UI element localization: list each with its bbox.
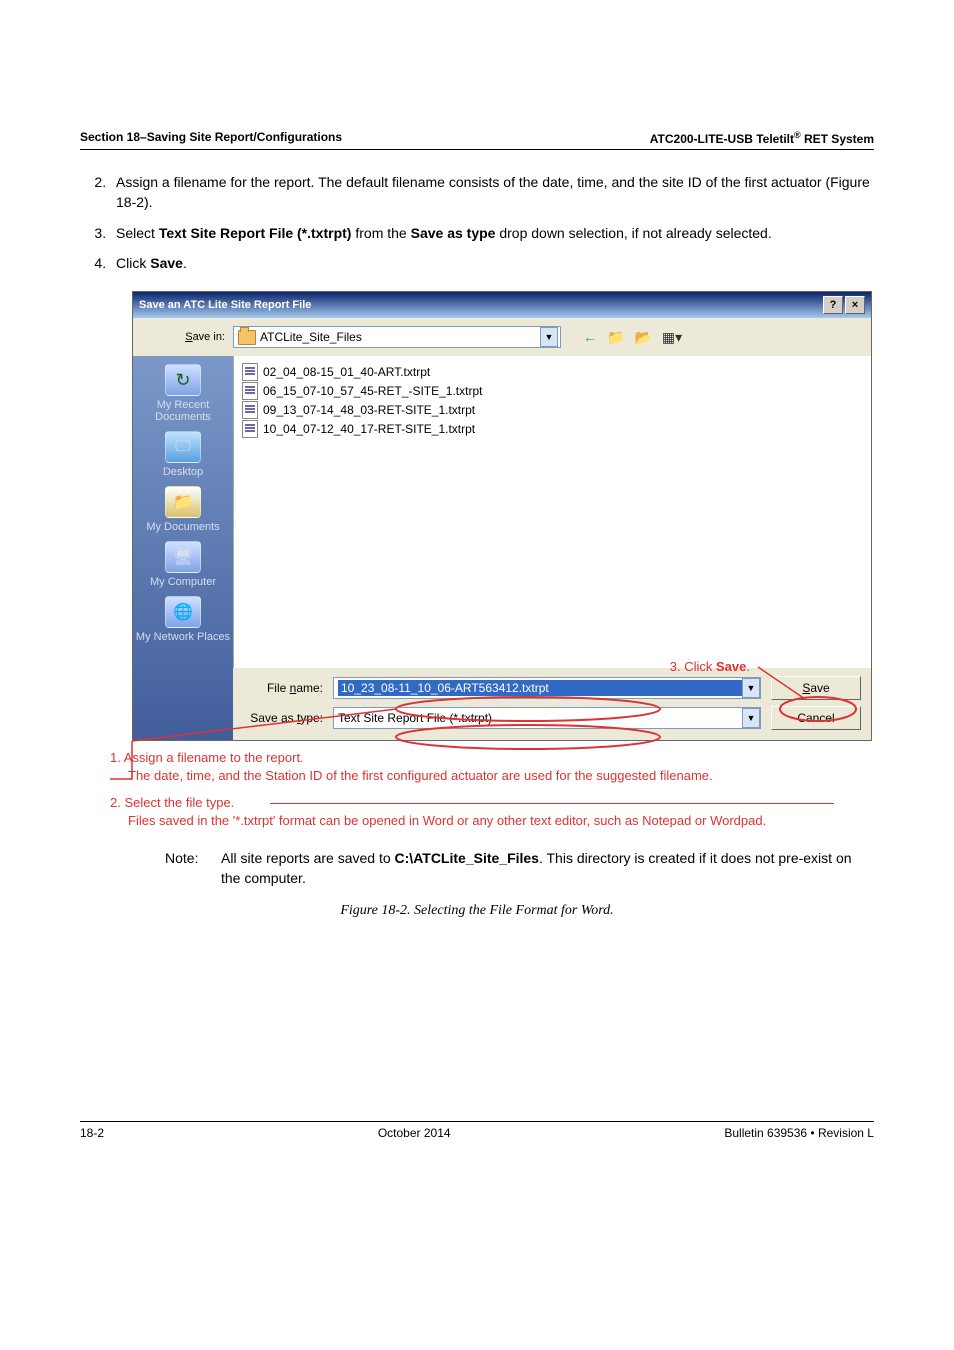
file-icon — [242, 420, 258, 438]
step-2: Assign a filename for the report. The de… — [110, 172, 874, 213]
file-icon — [242, 401, 258, 419]
back-icon[interactable]: ← — [583, 329, 597, 345]
save-in-value: ATCLite_Site_Files — [260, 330, 536, 344]
step-list: Assign a filename for the report. The de… — [90, 172, 874, 273]
callouts-block: 1. Assign a filename to the report. The … — [110, 749, 874, 830]
view-menu-icon[interactable]: ▦▾ — [662, 329, 682, 346]
note-block: Note: All site reports are saved to C:\A… — [165, 848, 874, 889]
help-button[interactable]: ? — [823, 296, 843, 314]
callout-2-leader — [270, 803, 834, 804]
up-one-level-icon[interactable]: 📁 — [607, 329, 624, 346]
folder-icon — [238, 330, 256, 345]
dialog-toolbar: Save in: ATCLite_Site_Files ▼ ← 📁 📂 ▦▾ — [133, 318, 871, 356]
desktop-icon — [165, 431, 201, 463]
callout-3: 3. Click Save. — [670, 659, 750, 674]
file-name-label: File name: — [243, 681, 323, 695]
places-bar: My Recent Documents Desktop My Documents… — [133, 356, 233, 740]
dialog-titlebar[interactable]: Save an ATC Lite Site Report File ? × — [133, 292, 871, 318]
file-icon — [242, 363, 258, 381]
save-in-label: Save in: — [143, 331, 225, 343]
footer-left: 18-2 — [80, 1126, 104, 1140]
my-documents-icon — [165, 486, 201, 518]
file-icon — [242, 382, 258, 400]
callout-2: 2. Select the file type. Files saved in … — [110, 794, 874, 830]
cancel-button[interactable]: Cancel — [771, 706, 861, 730]
dialog-title: Save an ATC Lite Site Report File — [139, 299, 311, 311]
save-in-combo[interactable]: ATCLite_Site_Files ▼ — [233, 326, 561, 348]
list-item[interactable]: 06_15_07-10_57_45-RET_-SITE_1.txtrpt — [242, 382, 863, 400]
step-3: Select Text Site Report File (*.txtrpt) … — [110, 223, 874, 243]
list-item[interactable]: 09_13_07-14_48_03-RET-SITE_1.txtrpt — [242, 401, 863, 419]
footer-right: Bulletin 639536 • Revision L — [724, 1126, 874, 1140]
my-network-icon — [165, 596, 201, 628]
file-list[interactable]: 02_04_08-15_01_40-ART.txtrpt 06_15_07-10… — [233, 356, 871, 668]
new-folder-icon[interactable]: 📂 — [634, 329, 651, 346]
bottom-panel: File name: 10_23_08-11_10_06-ART563412.t… — [233, 668, 871, 740]
chevron-down-icon[interactable]: ▼ — [540, 327, 558, 347]
save-as-type-label: Save as type: — [243, 711, 323, 725]
callout-1: 1. Assign a filename to the report. The … — [110, 749, 874, 785]
my-computer-icon — [165, 541, 201, 573]
step-4: Click Save. — [110, 253, 874, 273]
save-dialog: Save an ATC Lite Site Report File ? × Sa… — [132, 291, 872, 741]
header-right: ATC200-LITE-USB Teletilt® RET System — [650, 130, 874, 146]
figure-wrap: Save an ATC Lite Site Report File ? × Sa… — [110, 291, 880, 741]
chevron-down-icon[interactable]: ▼ — [742, 708, 760, 728]
chevron-down-icon[interactable]: ▼ — [742, 678, 760, 698]
save-as-type-combo[interactable]: Text Site Report File (*.txtrpt) ▼ — [333, 707, 761, 729]
figure-caption: Figure 18-2. Selecting the File Format f… — [80, 903, 874, 919]
page-header: Section 18–Saving Site Report/Configurat… — [80, 130, 874, 150]
list-item[interactable]: 02_04_08-15_01_40-ART.txtrpt — [242, 363, 863, 381]
places-my-documents[interactable]: My Documents — [146, 486, 219, 533]
save-button[interactable]: Save — [771, 676, 861, 700]
places-desktop[interactable]: Desktop — [163, 431, 203, 478]
note-key: Note: — [165, 848, 221, 889]
list-item[interactable]: 10_04_07-12_40_17-RET-SITE_1.txtrpt — [242, 420, 863, 438]
page-footer: 18-2 October 2014 Bulletin 639536 • Revi… — [80, 1121, 874, 1140]
note-text: All site reports are saved to C:\ATCLite… — [221, 848, 874, 889]
places-my-network[interactable]: My Network Places — [136, 596, 230, 643]
places-my-computer[interactable]: My Computer — [150, 541, 216, 588]
file-name-input[interactable]: 10_23_08-11_10_06-ART563412.txtrpt ▼ — [333, 677, 761, 699]
recent-icon — [165, 364, 201, 396]
places-recent[interactable]: My Recent Documents — [133, 364, 233, 423]
close-button[interactable]: × — [845, 296, 865, 314]
footer-mid: October 2014 — [378, 1126, 451, 1140]
header-left: Section 18–Saving Site Report/Configurat… — [80, 130, 342, 146]
